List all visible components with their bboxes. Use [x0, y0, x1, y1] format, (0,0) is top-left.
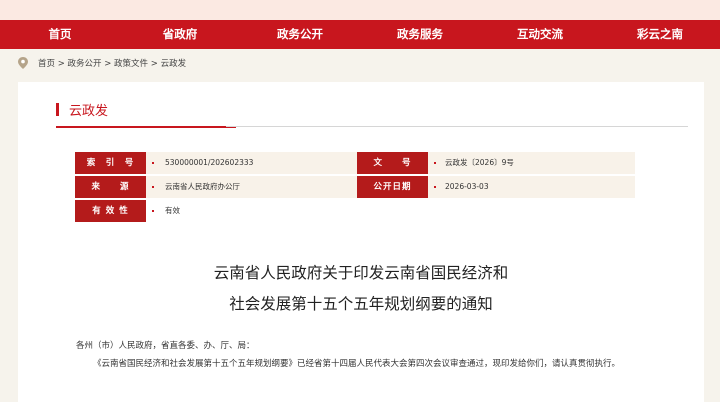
top-banner	[0, 0, 720, 20]
content-panel: 云政发 索 引 号 530000001/202602333 文 号 云政发〔20…	[18, 82, 704, 402]
index-value: 530000001/202602333	[165, 158, 254, 167]
bullet-dot	[152, 210, 154, 212]
nav-government-affairs-disclosure[interactable]: 政务公开	[240, 20, 360, 49]
title-marker	[56, 103, 59, 116]
docno-value: 云政发〔2026〕9号	[445, 158, 514, 167]
bullet-dot	[152, 162, 154, 164]
section-divider	[226, 126, 688, 127]
bullet-dot	[434, 186, 436, 188]
section-title: 云政发	[69, 104, 109, 119]
document-title-line: 社会发展第十五个五年规划纲要的通知	[229, 295, 493, 313]
source-label: 来 源	[75, 176, 146, 198]
docno-label: 文 号	[357, 152, 428, 174]
breadcrumb: 首页 > 政务公开 > 政策文件 > 云政发	[18, 55, 186, 71]
meta-row: 索 引 号 530000001/202602333 文 号 云政发〔2026〕9…	[75, 152, 635, 174]
date-value: 2026-03-03	[445, 182, 489, 191]
body-paragraph: 《云南省国民经济和社会发展第十五个五年规划纲要》已经省第十四届人民代表大会第四次…	[93, 359, 621, 369]
nav-government-services[interactable]: 政务服务	[360, 20, 480, 49]
location-pin-icon	[18, 57, 28, 69]
nav-home[interactable]: 首页	[0, 20, 120, 49]
meta-row: 有 效 性 有效	[75, 200, 635, 222]
document-meta-table: 索 引 号 530000001/202602333 文 号 云政发〔2026〕9…	[75, 152, 635, 224]
date-label: 公开日期	[357, 176, 428, 198]
section-underline	[56, 126, 236, 128]
validity-value: 有效	[165, 206, 180, 215]
breadcrumb-text[interactable]: 首页 > 政务公开 > 政策文件 > 云政发	[38, 57, 186, 69]
bullet-dot	[152, 186, 154, 188]
document-body: 各州（市）人民政府，省直各委、办、厅、局： 《云南省国民经济和社会发展第十五个五…	[76, 337, 646, 373]
index-label: 索 引 号	[75, 152, 146, 174]
nav-colorful-yunnan[interactable]: 彩云之南	[600, 20, 720, 49]
section-header: 云政发	[56, 100, 108, 119]
bullet-dot	[434, 162, 436, 164]
main-nav: 首页 省政府 政务公开 政务服务 互动交流 彩云之南	[0, 20, 720, 49]
source-value: 云南省人民政府办公厅	[165, 182, 240, 191]
nav-provincial-government[interactable]: 省政府	[120, 20, 240, 49]
salutation: 各州（市）人民政府，省直各委、办、厅、局：	[76, 341, 255, 351]
nav-interaction[interactable]: 互动交流	[480, 20, 600, 49]
validity-label: 有 效 性	[75, 200, 146, 222]
document-title: 云南省人民政府关于印发云南省国民经济和 社会发展第十五个五年规划纲要的通知	[18, 258, 704, 320]
document-title-line: 云南省人民政府关于印发云南省国民经济和	[213, 264, 509, 282]
meta-row: 来 源 云南省人民政府办公厅 公开日期 2026-03-03	[75, 176, 635, 198]
